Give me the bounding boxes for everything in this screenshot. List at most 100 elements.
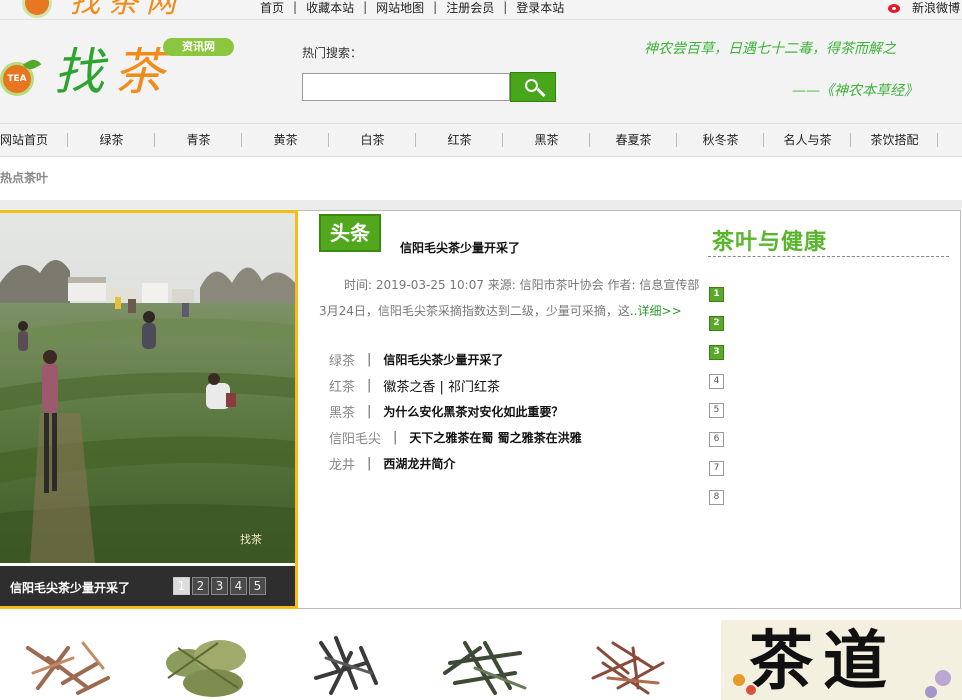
logo-tag-badge: 资讯网 — [163, 38, 234, 56]
weibo-link[interactable]: 新浪微博 — [887, 0, 960, 16]
hot-tea-bar: 热点茶叶 — [0, 158, 962, 200]
news-category[interactable]: 龙井 — [329, 454, 355, 473]
tea-product-image[interactable] — [578, 628, 678, 700]
tea-product-image[interactable] — [435, 628, 535, 700]
nav-item-dark-tea[interactable]: 黑茶 — [503, 123, 590, 157]
headline-summary-text: 3月24日，信阳毛尖茶采摘指数达到二级，少量可采摘，这 — [319, 304, 630, 318]
top-nav-bookmark[interactable]: 收藏本站 — [306, 0, 354, 16]
top-nav-separator: | — [433, 0, 438, 14]
slide-page-2[interactable]: 2 — [192, 577, 209, 595]
slide-page-4[interactable]: 4 — [230, 577, 247, 595]
rank-badge-4: 4 — [709, 374, 724, 389]
tea-banner-text: 茶道 — [749, 624, 897, 699]
slide-caption[interactable]: 信阳毛尖茶少量开采了 — [10, 579, 130, 596]
slogan-source: ——《神农本草经》 — [792, 83, 918, 99]
rank-badge-7: 7 — [709, 461, 724, 476]
rank-badge-5: 5 — [709, 403, 724, 418]
slide-page-5[interactable]: 5 — [249, 577, 266, 595]
tea-badge-icon — [22, 0, 52, 18]
rank-badge-3: 3 — [709, 345, 724, 360]
headline-title[interactable]: 信阳毛尖茶少量开采了 — [400, 239, 520, 256]
top-logo-fragment: 找茶网 — [22, 0, 212, 20]
search-icon-handle — [536, 87, 546, 98]
list-item: 龙井 | 西湖龙井简介 — [329, 450, 709, 476]
headline-badge: 头条 — [319, 214, 381, 252]
nav-item-pairing[interactable]: 茶饮搭配 — [851, 123, 938, 157]
news-title[interactable]: 信阳毛尖茶少量开采了 — [383, 351, 503, 368]
news-title[interactable]: 西湖龙井简介 — [383, 455, 455, 472]
main-nav: 网站首页 绿茶 青茶 黄茶 白茶 红茶 黑茶 春夏茶 秋冬茶 名人与茶 茶饮搭配 — [0, 123, 962, 157]
nav-item-autumn-winter[interactable]: 秋冬茶 — [677, 123, 764, 157]
top-nav-register[interactable]: 注册会员 — [446, 0, 494, 16]
news-title[interactable]: 天下之雅茶在蜀 蜀之雅茶在洪雅 — [409, 429, 581, 446]
list-item: 信阳毛尖 | 天下之雅茶在蜀 蜀之雅茶在洪雅 — [329, 424, 709, 450]
hot-search-label: 热门搜索： — [302, 46, 363, 60]
top-nav-separator: | — [293, 0, 298, 14]
divider-strip — [0, 200, 962, 210]
hot-tea-title: 热点茶叶 — [0, 171, 49, 185]
tea-product-strip — [0, 620, 708, 700]
news-category[interactable]: 信阳毛尖 — [329, 428, 381, 447]
list-item: 红茶 | 徽茶之香 | 祁门红茶 — [329, 372, 709, 398]
top-nav-login[interactable]: 登录本站 — [516, 0, 564, 16]
weibo-icon — [887, 1, 903, 14]
tea-product-image[interactable] — [296, 628, 396, 700]
rank-badge-6: 6 — [709, 432, 724, 447]
weibo-label: 新浪微博 — [911, 1, 960, 15]
site-header: TEA 找茶 资讯网 热门搜索： 神农尝百草，日遇七十二毒，得茶而解之 ——《神… — [0, 20, 962, 123]
headline-summary: 3月24日，信阳毛尖茶采摘指数达到二级，少量可采摘，这..详细>> — [319, 302, 682, 319]
news-separator: | — [367, 403, 372, 419]
nav-item-white-tea[interactable]: 白茶 — [329, 123, 416, 157]
logo-text: 找茶 — [54, 44, 174, 100]
search-button[interactable] — [510, 72, 556, 102]
news-separator: | — [367, 377, 372, 393]
rank-badge-1: 1 — [709, 287, 724, 302]
site-logo[interactable]: TEA 找茶 资讯网 — [0, 38, 240, 118]
top-nav-sitemap[interactable]: 网站地图 — [376, 0, 424, 16]
nav-item-oolong[interactable]: 青茶 — [155, 123, 242, 157]
top-nav-separator: | — [503, 0, 508, 14]
health-number-list: 1 2 3 4 5 6 7 8 — [709, 287, 724, 519]
slide-caption-bar: 信阳毛尖茶少量开采了 1 2 3 4 5 — [0, 566, 295, 606]
nav-item-yellow-tea[interactable]: 黄茶 — [242, 123, 329, 157]
search-input[interactable] — [302, 73, 510, 101]
slide-pager: 1 2 3 4 5 — [173, 577, 268, 595]
news-separator: | — [367, 351, 372, 367]
list-item: 黑茶 | 为什么安化黑茶对安化如此重要？ — [329, 398, 709, 424]
news-category[interactable]: 黑茶 — [329, 402, 355, 421]
news-title[interactable]: 为什么安化黑茶对安化如此重要？ — [383, 403, 563, 420]
slide-watermark: 找茶 — [240, 532, 262, 546]
nav-item-spring-summer[interactable]: 春夏茶 — [590, 123, 677, 157]
rank-badge-2: 2 — [709, 316, 724, 331]
news-category[interactable]: 红茶 — [329, 376, 355, 395]
tea-product-image[interactable] — [158, 628, 258, 700]
news-separator: | — [393, 429, 398, 445]
headline-meta: 时间: 2019-03-25 10:07 来源: 信阳市茶叶协会 作者: 信息宣… — [344, 278, 700, 292]
health-divider — [708, 256, 949, 257]
top-bar: 找茶网 首页 | 收藏本站 | 网站地图 | 注册会员 | 登录本站 新浪微博 — [0, 0, 962, 20]
top-nav-separator: | — [363, 0, 368, 14]
nav-item-green-tea[interactable]: 绿茶 — [68, 123, 155, 157]
news-separator: | — [367, 455, 372, 471]
news-title[interactable]: 徽茶之香 | 祁门红茶 — [383, 376, 500, 395]
top-logo-text: 找茶网 — [70, 0, 184, 20]
nav-item-black-tea[interactable]: 红茶 — [416, 123, 503, 157]
tea-product-image[interactable] — [18, 628, 118, 700]
slogan-quote: 神农尝百草，日遇七十二毒，得茶而解之 — [644, 41, 896, 57]
health-section-title: 茶叶与健康 — [712, 229, 828, 255]
nav-item-celebrities[interactable]: 名人与茶 — [764, 123, 851, 157]
slide-page-1[interactable]: 1 — [173, 577, 190, 595]
news-list: 绿茶 | 信阳毛尖茶少量开采了 红茶 | 徽茶之香 | 祁门红茶 黑茶 | 为什… — [329, 346, 709, 476]
slide-image[interactable]: 找茶 — [0, 213, 295, 563]
top-nav-home[interactable]: 首页 — [260, 0, 284, 16]
list-item: 绿茶 | 信阳毛尖茶少量开采了 — [329, 346, 709, 372]
headline-more-link[interactable]: ..详细>> — [630, 304, 682, 318]
tea-ceremony-banner[interactable]: 茶道 — [721, 620, 962, 700]
top-nav: 首页 | 收藏本站 | 网站地图 | 注册会员 | 登录本站 — [260, 0, 564, 16]
slide-page-3[interactable]: 3 — [211, 577, 228, 595]
slideshow: 找茶 信阳毛尖茶少量开采了 1 2 3 4 5 — [0, 210, 298, 609]
news-category[interactable]: 绿茶 — [329, 350, 355, 369]
nav-item-home[interactable]: 网站首页 — [0, 123, 68, 157]
logo-text-green: 找 — [54, 43, 114, 101]
rank-badge-8: 8 — [709, 490, 724, 505]
